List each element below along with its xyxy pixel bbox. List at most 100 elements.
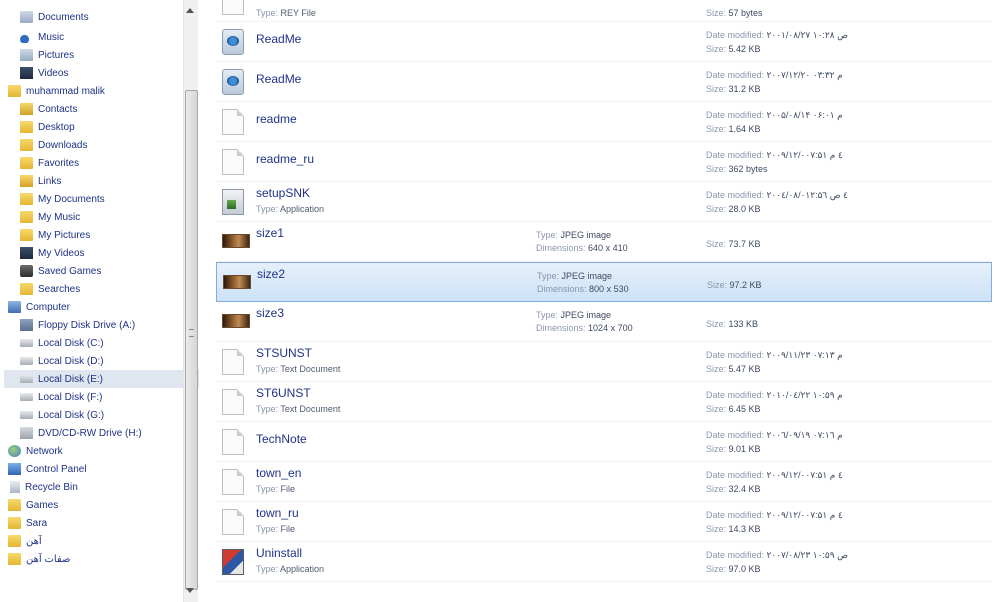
nav-item[interactable]: Computer: [8, 298, 70, 316]
drive-icon: [20, 375, 33, 383]
nav-item[interactable]: Favorites: [20, 154, 79, 172]
nav-item[interactable]: Floppy Disk Drive (A:): [20, 316, 135, 334]
nav-item[interactable]: Sara: [8, 514, 47, 532]
documents-library-icon: [20, 11, 33, 23]
file-type: Type: Text Document: [256, 364, 340, 374]
nav-item-label: Downloads: [38, 139, 88, 151]
file-row[interactable]: size2 Type: JPEG image Dimensions: 800 x 5…: [216, 262, 992, 302]
nav-item-label: Network: [26, 445, 63, 457]
nav-item-label: My Videos: [38, 247, 85, 259]
size-label: Size:: [706, 564, 727, 574]
file-row[interactable]: ReadMe Date modified: ۲۰۰۱/۰۸/۲۷ ص ۱۰:۲۸ S…: [216, 22, 992, 62]
size-label: Size:: [706, 44, 727, 54]
file-type: Type: Application: [256, 564, 324, 574]
scrollbar-thumb[interactable]: [185, 90, 198, 590]
date-modified-label: Date modified:: [706, 510, 765, 520]
readme-icon: [222, 69, 244, 95]
file-row[interactable]: ST6UNST Type: Text Document Date modified:…: [216, 382, 992, 422]
nav-item-label: Favorites: [38, 157, 80, 169]
nav-item[interactable]: My Pictures: [20, 226, 90, 244]
date-modified: Date modified: ۲۰۰۹/۱۱/۲۳ م ۰۷:۱۳: [706, 350, 843, 361]
file-row[interactable]: size1 Type: JPEG image Dimensions: 640 x 4…: [216, 222, 992, 262]
nav-item-label: Pictures: [38, 49, 75, 61]
folder-icon: [8, 535, 21, 547]
nav-item-label: Recycle Bin: [25, 481, 78, 493]
date-modified-value: ۲۰۱۰/۰٤/۲۲ م ۱۰:۵۹: [766, 390, 843, 400]
file-row[interactable]: TechNote Date modified: ۲۰۰٦/۰۹/۱۹ م ۰۷:۱…: [216, 422, 992, 462]
nav-item[interactable]: Videos: [20, 64, 68, 82]
nav-item[interactable]: Control Panel: [8, 460, 87, 478]
jpeg-image-icon: [223, 275, 251, 289]
size-value: 5.42 KB: [728, 44, 761, 54]
nav-item[interactable]: My Music: [20, 208, 80, 226]
date-modified: Date modified: ۲۰۰۷/۱۲/۲۰ م ۰۳:۳۲: [706, 70, 843, 81]
nav-item[interactable]: Saved Games: [20, 262, 101, 280]
dimensions-value: 800 x 530: [589, 284, 629, 294]
drive-icon: [20, 393, 33, 401]
nav-item[interactable]: Games: [8, 496, 58, 514]
nav-item[interactable]: آهن: [8, 532, 42, 550]
nav-item[interactable]: Downloads: [20, 136, 87, 154]
nav-item[interactable]: My Documents: [20, 190, 105, 208]
file-type-value: JPEG image: [560, 230, 612, 240]
file-type-label: Type:: [256, 204, 279, 214]
file-row[interactable]: town_ru Type: File Date modified: ۲۰۰۹/۱۲/…: [216, 502, 992, 542]
date-modified-label: Date modified:: [706, 190, 765, 200]
nav-item[interactable]: DVD/CD-RW Drive (H:): [20, 424, 142, 442]
nav-item-label: Games: [26, 499, 59, 511]
scroll-up-arrow-icon[interactable]: [186, 8, 194, 13]
file-row[interactable]: readme Date modified: ۲۰۰۵/۰۸/۱۴ م ۰۶:۰۱ S…: [216, 102, 992, 142]
document-icon: [222, 149, 244, 175]
dimensions-label: Dimensions:: [536, 323, 586, 333]
scroll-down-arrow-icon[interactable]: [186, 588, 194, 593]
nav-item[interactable]: Music: [20, 28, 64, 46]
date-modified-value: ۲۰۰٦/۰۹/۱۹ م ۰۷:۱٦: [766, 430, 843, 440]
navigation-scrollbar[interactable]: [183, 0, 198, 602]
file-size: Size: 9.01 KB: [706, 444, 761, 454]
nav-item-label: Floppy Disk Drive (A:): [38, 319, 136, 331]
file-row[interactable]: setupSNK Type: Application Date modified: …: [216, 182, 992, 222]
nav-item[interactable]: Local Disk (D:): [20, 352, 104, 370]
nav-item[interactable]: Documents: [20, 8, 89, 26]
file-type-label: Type:: [536, 230, 559, 240]
nav-item[interactable]: Local Disk (E:): [4, 370, 199, 388]
videos-library-icon: [20, 67, 33, 79]
file-row[interactable]: readme_ru Date modified: ۲۰۰۹/۱۲/۰٤ م ۰۷:…: [216, 142, 992, 182]
file-type-label: Type:: [256, 524, 279, 534]
nav-item[interactable]: Desktop: [20, 118, 75, 136]
nav-item[interactable]: Local Disk (G:): [20, 406, 104, 424]
uninstall-application-icon: [222, 549, 244, 575]
file-row[interactable]: size3 Type: JPEG image Dimensions: 1024 x …: [216, 302, 992, 342]
file-row[interactable]: ReadMe Date modified: ۲۰۰۷/۱۲/۲۰ م ۰۳:۳۲ S…: [216, 62, 992, 102]
nav-item[interactable]: Links: [20, 172, 61, 190]
file-row[interactable]: Type: REY File Size: 57 bytes: [216, 0, 992, 22]
nav-item[interactable]: Contacts: [20, 100, 77, 118]
file-name: size3: [256, 306, 285, 320]
size-label: Size:: [707, 280, 728, 290]
nav-item[interactable]: Pictures: [20, 46, 74, 64]
file-type-value: File: [280, 484, 296, 494]
file-row[interactable]: Uninstall Type: Application Date modified:…: [216, 542, 992, 582]
nav-item-label: My Documents: [38, 193, 105, 205]
nav-item[interactable]: Searches: [20, 280, 80, 298]
file-row[interactable]: town_en Type: File Date modified: ۲۰۰۹/۱۲/…: [216, 462, 992, 502]
nav-item-label: صفات آهن: [26, 553, 71, 565]
nav-item-label: Music: [38, 31, 65, 43]
file-row[interactable]: STSUNST Type: Text Document Date modified:…: [216, 342, 992, 382]
size-value: 32.4 KB: [728, 484, 761, 494]
nav-item[interactable]: muhammad malik: [8, 82, 105, 100]
date-modified: Date modified: ۲۰۰۹/۱۲/۰٤ م ۰۷:۵۱: [706, 510, 843, 521]
file-type-label: Type:: [256, 364, 279, 374]
date-modified: Date modified: ۲۰۰۹/۱۲/۰٤ م ۰۷:۵۱: [706, 150, 843, 161]
nav-item[interactable]: Network: [8, 442, 63, 460]
nav-item[interactable]: صفات آهن: [8, 550, 70, 568]
date-modified: Date modified: ۲۰۰٤/۰۸/۰٤ ص ۱۲:۵٦: [706, 190, 848, 201]
nav-item[interactable]: Local Disk (C:): [20, 334, 104, 352]
user-folder-icon: [8, 85, 21, 97]
nav-item[interactable]: Local Disk (F:): [20, 388, 102, 406]
nav-item[interactable]: Recycle Bin: [8, 478, 78, 496]
folder-icon: [20, 211, 33, 223]
nav-item[interactable]: My Videos: [20, 244, 85, 262]
nav-item-label: Computer: [26, 301, 70, 313]
nav-item-label: DVD/CD-RW Drive (H:): [38, 427, 142, 439]
